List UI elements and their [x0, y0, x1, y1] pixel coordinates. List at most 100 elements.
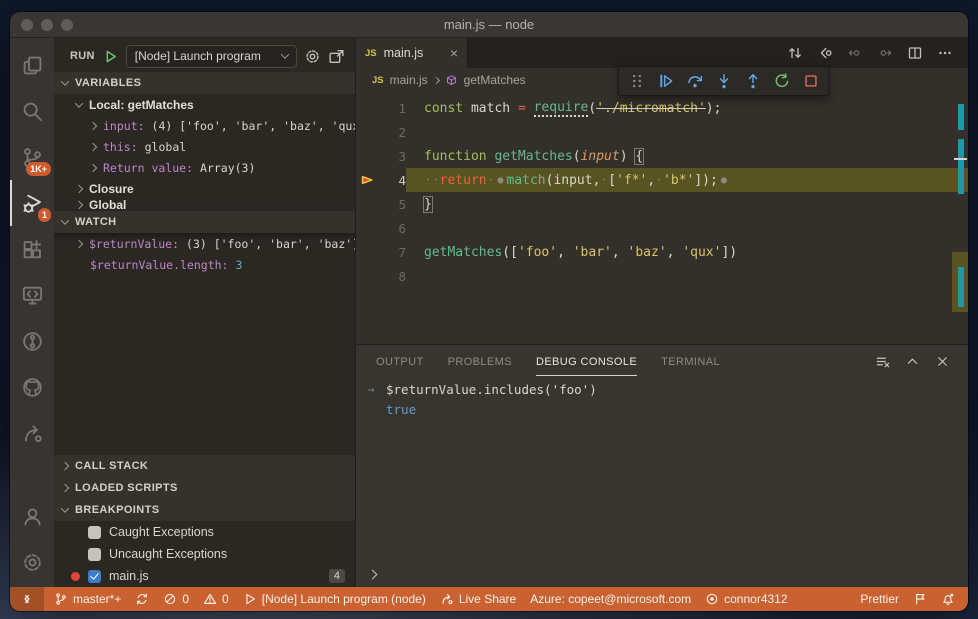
activity-item-account[interactable] [10, 493, 54, 539]
close-button[interactable] [930, 349, 954, 373]
code-line-1[interactable]: 1 const match = require('./micromatch'); [356, 96, 968, 120]
line-number: 2 [398, 124, 406, 140]
code-line-content[interactable]: const match = require('./micromatch'); [406, 96, 968, 120]
code-line-4[interactable]: 4 ·· return · ● match (input, ·['f*', ·'b*']); ● [356, 168, 968, 192]
breakpoint-row[interactable]: Caught Exceptions [54, 521, 355, 543]
code-line-content[interactable] [406, 264, 968, 288]
debug-continue-button[interactable] [651, 67, 680, 95]
chevron-right-icon [74, 200, 84, 210]
variable-row[interactable]: Return value: Array(3) [54, 157, 355, 178]
debug-stop-button[interactable] [796, 67, 825, 95]
reverse-continue-button[interactable] [812, 40, 838, 66]
debug-console-open-icon[interactable] [328, 48, 345, 65]
code-line-3[interactable]: 3 function getMatches(input) { [356, 144, 968, 168]
maximize-window-button[interactable] [61, 19, 73, 31]
split-editor-icon [907, 45, 923, 61]
watch-section-header[interactable]: WATCH [54, 211, 355, 233]
panel-tab-problems[interactable]: PROBLEMS [448, 347, 512, 376]
code-line-content[interactable] [406, 216, 968, 240]
activity-item-search[interactable] [10, 88, 54, 134]
checkbox-unchecked[interactable] [88, 547, 101, 561]
variables-section-header[interactable]: VARIABLES [54, 72, 355, 94]
status-item-sync[interactable] [128, 587, 156, 611]
status-item-warning-triangle[interactable]: 0 [196, 587, 236, 611]
panel-tab-terminal[interactable]: TERMINAL [661, 347, 720, 376]
checkbox-checked[interactable] [88, 569, 101, 583]
run-label: RUN [70, 50, 95, 62]
tab-main-js[interactable]: JS main.js × [356, 38, 468, 68]
code-line-8[interactable]: 8 [356, 264, 968, 288]
activity-item-github[interactable] [10, 364, 54, 410]
status-item[interactable]: Prettier [853, 587, 906, 611]
activity-item-settings-gear[interactable] [10, 539, 54, 585]
debug-console-output[interactable]: → $returnValue.includes('foo') true [356, 377, 968, 561]
status-item-git-branch[interactable]: master*+ [47, 587, 128, 611]
sync-icon [135, 592, 149, 606]
step-back-icon [847, 45, 863, 61]
code-editor[interactable]: 1 const match = require('./micromatch'); 2… [356, 92, 968, 344]
code-line-7[interactable]: 7 getMatches(['foo', 'bar', 'baz', 'qux']… [356, 240, 968, 264]
variables-scope-row[interactable]: Local: getMatches [54, 94, 355, 115]
activity-item-live-share[interactable] [10, 410, 54, 456]
panel-tab-debug-console[interactable]: DEBUG CONSOLE [535, 347, 638, 376]
debug-restart-button[interactable] [767, 67, 796, 95]
launch-config-dropdown[interactable]: [Node] Launch program [125, 44, 297, 68]
watch-expression-row[interactable]: $returnValue.length: 3 [54, 254, 355, 275]
minimize-window-button[interactable] [41, 19, 53, 31]
js-file-icon: JS [372, 74, 384, 86]
close-window-button[interactable] [21, 19, 33, 31]
status-item-remote-indicator[interactable] [10, 587, 44, 611]
watch-expression-row[interactable]: $returnValue: (3) ['foo', 'bar', 'baz'] [54, 233, 355, 254]
breakpoints-section-header[interactable]: BREAKPOINTS [54, 499, 355, 521]
status-item-play-outline[interactable]: [Node] Launch program (node) [236, 587, 433, 611]
variable-row[interactable]: input: (4) ['foo', 'bar', 'baz', 'qux'] [54, 115, 355, 136]
code-line-content[interactable]: ·· return · ● match (input, ·['f*', ·'b*']); ● [406, 168, 968, 192]
debug-step-over-button[interactable] [680, 67, 709, 95]
activity-item-run-and-debug[interactable]: 1 [10, 180, 54, 226]
editor-tab-bar: JS main.js × [356, 38, 968, 68]
debug-step-out-button[interactable] [738, 67, 767, 95]
loaded-scripts-section-header[interactable]: LOADED SCRIPTS [54, 477, 355, 499]
status-item-error-circle[interactable]: 0 [156, 587, 196, 611]
status-item-github-circle[interactable]: connor4312 [698, 587, 794, 611]
status-item[interactable]: Azure: copeet@microsoft.com [523, 587, 698, 611]
split-editor-button[interactable] [902, 40, 928, 66]
more-actions-button[interactable] [932, 40, 958, 66]
compare-changes-button[interactable] [782, 40, 808, 66]
code-line-content[interactable]: } [406, 192, 968, 216]
current-execution-pointer-icon[interactable] [356, 172, 378, 188]
code-token: 'foo' [517, 244, 558, 260]
code-line-content[interactable]: getMatches(['foo', 'bar', 'baz', 'qux']) [406, 240, 968, 264]
play-green-icon[interactable] [102, 48, 119, 65]
clear-console-button[interactable] [870, 349, 894, 373]
variables-scope-row[interactable]: Global [54, 199, 355, 211]
activity-item-gitlens[interactable] [10, 318, 54, 364]
status-item-bell-dot[interactable] [934, 587, 962, 611]
code-line-6[interactable]: 6 [356, 216, 968, 240]
activity-item-files[interactable] [10, 42, 54, 88]
variables-scope-row[interactable]: Closure [54, 178, 355, 199]
debug-console-input[interactable] [356, 561, 968, 587]
breakpoint-row[interactable]: Uncaught Exceptions [54, 543, 355, 565]
overview-ruler[interactable] [952, 92, 968, 344]
status-item-feedback[interactable] [906, 587, 934, 611]
chevron-up-button[interactable] [900, 349, 924, 373]
variable-row[interactable]: this: global [54, 136, 355, 157]
code-line-5[interactable]: 5} [356, 192, 968, 216]
activity-item-extensions[interactable] [10, 226, 54, 272]
code-line-content[interactable]: function getMatches(input) { [406, 144, 968, 168]
checkbox-unchecked[interactable] [88, 525, 101, 539]
call-stack-section-header[interactable]: CALL STACK [54, 455, 355, 477]
gear-icon[interactable] [304, 48, 321, 65]
code-line-content[interactable] [406, 120, 968, 144]
debug-toolbar [618, 66, 829, 96]
code-line-2[interactable]: 2 [356, 120, 968, 144]
activity-item-source-control[interactable]: 1K+ [10, 134, 54, 180]
files-icon [21, 54, 44, 77]
breakpoint-row[interactable]: main.js 4 [54, 565, 355, 587]
status-item-live-share[interactable]: Live Share [433, 587, 523, 611]
activity-item-remote-explorer[interactable] [10, 272, 54, 318]
close-tab-icon[interactable]: × [450, 46, 458, 60]
debug-step-into-button[interactable] [709, 67, 738, 95]
panel-tab-output[interactable]: OUTPUT [376, 347, 424, 376]
